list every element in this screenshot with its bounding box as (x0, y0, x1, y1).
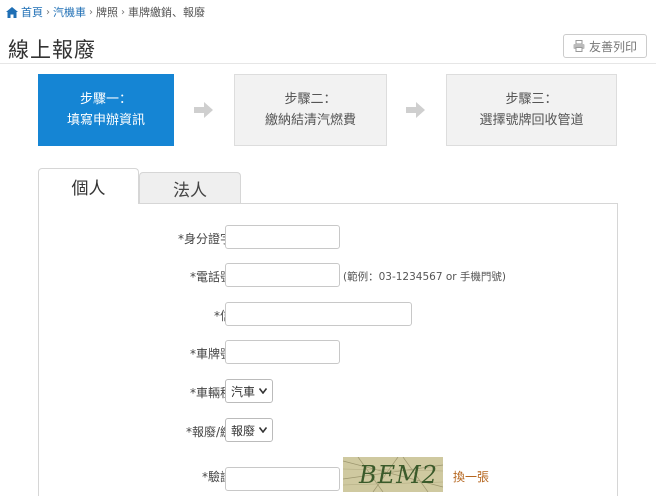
step-2: 步驟二： 繳納結清汽燃費 (234, 74, 387, 146)
breadcrumb-vehicles-link[interactable]: 汽機車 (53, 4, 86, 20)
plate-number-input[interactable] (225, 340, 340, 364)
breadcrumb-plates[interactable]: 牌照 (96, 4, 118, 20)
chevron-down-icon (259, 388, 268, 394)
action-select[interactable]: 報廢 (225, 418, 274, 442)
step-1-desc: 填寫申辦資訊 (66, 113, 145, 128)
breadcrumb-home-link[interactable]: 首頁 (21, 4, 43, 20)
page-title: 線上報廢 (8, 38, 96, 62)
vehicle-type-value: 汽車 (231, 384, 256, 399)
captcha-input[interactable] (225, 467, 340, 491)
captcha-image: BEM2 (343, 457, 443, 492)
step-2-title: 步驟二： (284, 92, 337, 107)
tab-individual[interactable]: 個人 (38, 168, 139, 204)
tab-corporate[interactable]: 法人 (139, 172, 241, 203)
step-3-desc: 選擇號牌回收管道 (479, 113, 584, 128)
vehicle-type-select[interactable]: 汽車 (225, 379, 274, 403)
breadcrumb-separator: › (46, 6, 50, 18)
step-3-title: 步驟三： (505, 92, 558, 107)
action-value: 報廢 (231, 423, 256, 438)
breadcrumb-current: 車牌繳銷、報廢 (128, 6, 205, 19)
arrow-right-icon (194, 102, 213, 118)
title-divider (0, 63, 656, 64)
home-icon (6, 6, 18, 18)
captcha-text: BEM2 (359, 461, 438, 489)
id-number-input[interactable] (225, 225, 340, 249)
step-1-title: 步驟一： (79, 92, 132, 107)
chevron-down-icon (259, 427, 268, 433)
breadcrumb-separator: › (89, 6, 93, 18)
email-input[interactable] (225, 302, 412, 326)
print-button-label: 友善列印 (588, 39, 637, 54)
form-panel: *身分證字號： *電話號碼： (範例：03-1234567 or 手機門號) *… (38, 203, 618, 496)
phone-input[interactable] (225, 263, 340, 287)
print-icon (573, 40, 585, 52)
breadcrumb: 首頁 › 汽機車 › 牌照 › 車牌繳銷、報廢 (6, 4, 205, 20)
step-1: 步驟一： 填寫申辦資訊 (38, 74, 174, 146)
step-2-desc: 繳納結清汽燃費 (264, 113, 356, 128)
print-button[interactable]: 友善列印 (563, 34, 647, 58)
phone-hint: (範例：03-1234567 or 手機門號) (343, 271, 507, 283)
arrow-right-icon (406, 102, 425, 118)
captcha-refresh-link[interactable]: 換一張 (453, 468, 489, 485)
breadcrumb-separator: › (121, 6, 125, 18)
step-3: 步驟三： 選擇號牌回收管道 (446, 74, 617, 146)
